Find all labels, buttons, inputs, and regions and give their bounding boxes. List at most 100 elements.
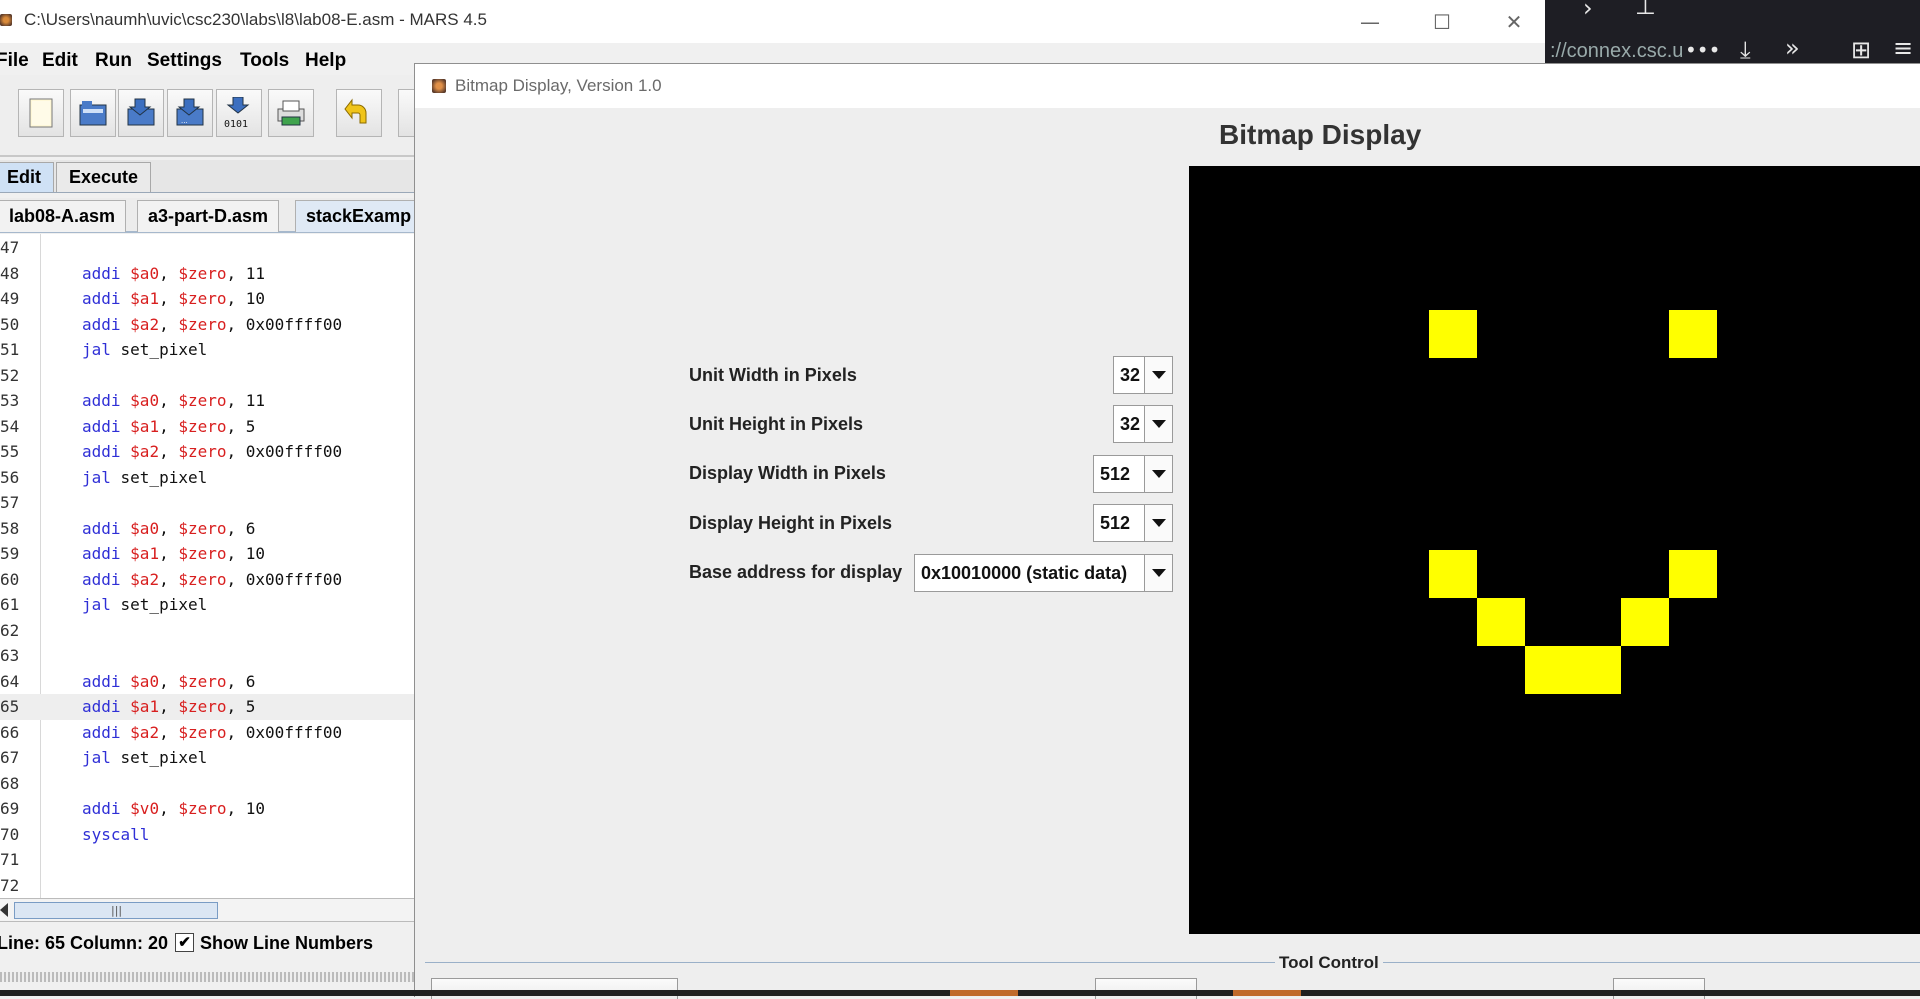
code-line[interactable]: 59 addi $a1, $zero, 10 — [0, 541, 415, 567]
code-line[interactable]: 62 — [0, 618, 415, 644]
code-editor[interactable]: 47 48 addi $a0, $zero, 11 49 addi $a1, $zero… — [0, 234, 415, 898]
split-pane-divider[interactable] — [0, 972, 415, 982]
code-line[interactable]: 72 — [0, 873, 415, 899]
menu-tools[interactable]: Tools — [240, 50, 289, 72]
new-file-button[interactable] — [18, 89, 64, 137]
code-line[interactable]: 61 jal set_pixel — [0, 592, 415, 618]
minimize-button[interactable]: — — [1342, 4, 1398, 40]
menu-edit[interactable]: Edit — [42, 50, 78, 72]
open-file-button[interactable] — [70, 89, 116, 137]
code-line[interactable]: 71 — [0, 847, 415, 873]
save-icon — [127, 98, 155, 126]
line-number: 64 — [0, 671, 20, 691]
chevron-right-icon[interactable]: » — [1785, 34, 1800, 62]
code-line[interactable]: 55 addi $a2, $zero, 0x00ffff00 — [0, 439, 415, 465]
code-line[interactable]: 68 — [0, 771, 415, 797]
close-button[interactable]: ✕ — [1486, 4, 1542, 40]
unit-width-select[interactable]: 32 — [1113, 356, 1173, 394]
code-line[interactable]: 49 addi $a1, $zero, 10 — [0, 286, 415, 312]
code-line[interactable]: 70 syscall — [0, 822, 415, 848]
dump-memory-button[interactable]: 0101 — [216, 89, 262, 137]
code-line[interactable]: 47 — [0, 235, 415, 261]
chevron-down-icon[interactable] — [1144, 505, 1172, 541]
code-line[interactable]: 63 — [0, 643, 415, 669]
print-button[interactable] — [268, 89, 314, 137]
code-line[interactable]: 60 addi $a2, $zero, 0x00ffff00 — [0, 567, 415, 593]
scroll-left-arrow-icon[interactable] — [0, 903, 8, 917]
code-line[interactable]: 52 — [0, 363, 415, 389]
horizontal-scroll-thumb[interactable]: ||| — [14, 902, 218, 919]
menu-run[interactable]: Run — [95, 50, 132, 72]
chevron-down-icon[interactable] — [1144, 555, 1172, 591]
code-line[interactable]: 67 jal set_pixel — [0, 745, 415, 771]
instruction-token: syscall — [82, 824, 150, 844]
code-line[interactable]: 51 jal set_pixel — [0, 337, 415, 363]
extensions-icon[interactable]: ⊞ — [1851, 36, 1871, 64]
chevron-down-icon[interactable] — [1144, 406, 1172, 442]
code-line[interactable]: 65 addi $a1, $zero, 5 — [0, 694, 415, 720]
code-line[interactable]: 64 addi $a0, $zero, 6 — [0, 669, 415, 695]
bitmap-canvas — [1189, 166, 1920, 934]
instruction-token: addi — [82, 544, 131, 563]
operand-token: , 0x00ffff00 — [226, 569, 343, 589]
taskbar-item-bitmap[interactable] — [1233, 990, 1301, 996]
operand-token: , — [159, 697, 179, 716]
hamburger-menu-icon[interactable]: ≡ — [1893, 34, 1913, 62]
menu-settings[interactable]: Settings — [147, 50, 222, 72]
code-line[interactable]: 50 addi $a2, $zero, 0x00ffff00 — [0, 312, 415, 338]
forward-icon[interactable]: › — [1583, 0, 1593, 22]
operand-token: , 6 — [226, 518, 256, 538]
code-line[interactable]: 53 addi $a0, $zero, 11 — [0, 388, 415, 414]
file-tab-stackExample[interactable]: stackExamp — [295, 200, 423, 232]
code-line[interactable]: 48 addi $a0, $zero, 11 — [0, 261, 415, 287]
show-line-numbers-checkbox[interactable]: ✔ — [175, 933, 194, 952]
display-height-select[interactable]: 512 — [1093, 504, 1173, 542]
lit-pixel — [1525, 646, 1573, 694]
taskbar-item-mars[interactable] — [950, 990, 1018, 996]
pin-icon[interactable]: ⊥ — [1635, 0, 1656, 20]
menu-help[interactable]: Help — [305, 50, 346, 72]
download-icon[interactable]: ⤓ — [1740, 36, 1751, 64]
operand-token: , — [159, 799, 179, 818]
code-line[interactable]: 54 addi $a1, $zero, 5 — [0, 414, 415, 440]
display-height-label: Display Height in Pixels — [689, 513, 893, 533]
line-number: 62 — [0, 620, 20, 640]
file-tab-lab08-A[interactable]: lab08-A.asm — [0, 200, 127, 232]
lit-pixel — [1573, 646, 1621, 694]
code-line[interactable]: 57 — [0, 490, 415, 516]
code-line[interactable]: 66 addi $a2, $zero, 0x00ffff00 — [0, 720, 415, 746]
file-tab-a3-part-D[interactable]: a3-part-D.asm — [137, 200, 280, 232]
more-options-icon[interactable]: ••• — [1685, 38, 1720, 62]
undo-button[interactable] — [336, 89, 382, 137]
tab-execute[interactable]: Execute — [56, 162, 152, 192]
base-address-select[interactable]: 0x10010000 (static data) — [914, 554, 1173, 592]
tab-edit[interactable]: Edit — [0, 162, 54, 192]
save-as-icon: ... — [176, 98, 204, 126]
horizontal-scrollbar[interactable]: ||| — [0, 898, 415, 922]
code-line[interactable]: 69 addi $v0, $zero, 10 — [0, 796, 415, 822]
register-token: $a0 — [130, 391, 160, 410]
save-button[interactable] — [118, 89, 164, 137]
instruction-token: addi — [82, 697, 131, 716]
operand-token: set_pixel — [120, 748, 208, 767]
menu-file[interactable]: File — [0, 50, 29, 72]
unit-height-select[interactable]: 32 — [1113, 405, 1173, 443]
save-as-button[interactable]: ... — [167, 89, 213, 137]
code-line[interactable]: 58 addi $a0, $zero, 6 — [0, 516, 415, 542]
maximize-button[interactable]: ☐ — [1414, 4, 1470, 40]
main-tab-bar: Edit Execute — [0, 160, 415, 193]
line-number: 68 — [0, 773, 20, 793]
operand-token: , 10 — [226, 799, 266, 818]
lit-pixel — [1669, 550, 1717, 598]
instruction-token: addi — [82, 289, 131, 308]
operand-token: , 6 — [226, 671, 256, 691]
code-line[interactable]: 56 jal set_pixel — [0, 465, 415, 491]
register-token: $zero — [178, 544, 227, 563]
register-token: $zero — [178, 569, 227, 589]
chevron-down-icon[interactable] — [1144, 456, 1172, 492]
operand-token: set_pixel — [120, 340, 208, 359]
display-width-select[interactable]: 512 — [1093, 455, 1173, 493]
chevron-down-icon[interactable] — [1144, 357, 1172, 393]
operand-token: , — [159, 671, 179, 691]
browser-url-fragment[interactable]: ://connex.csc.u — [1550, 40, 1683, 63]
